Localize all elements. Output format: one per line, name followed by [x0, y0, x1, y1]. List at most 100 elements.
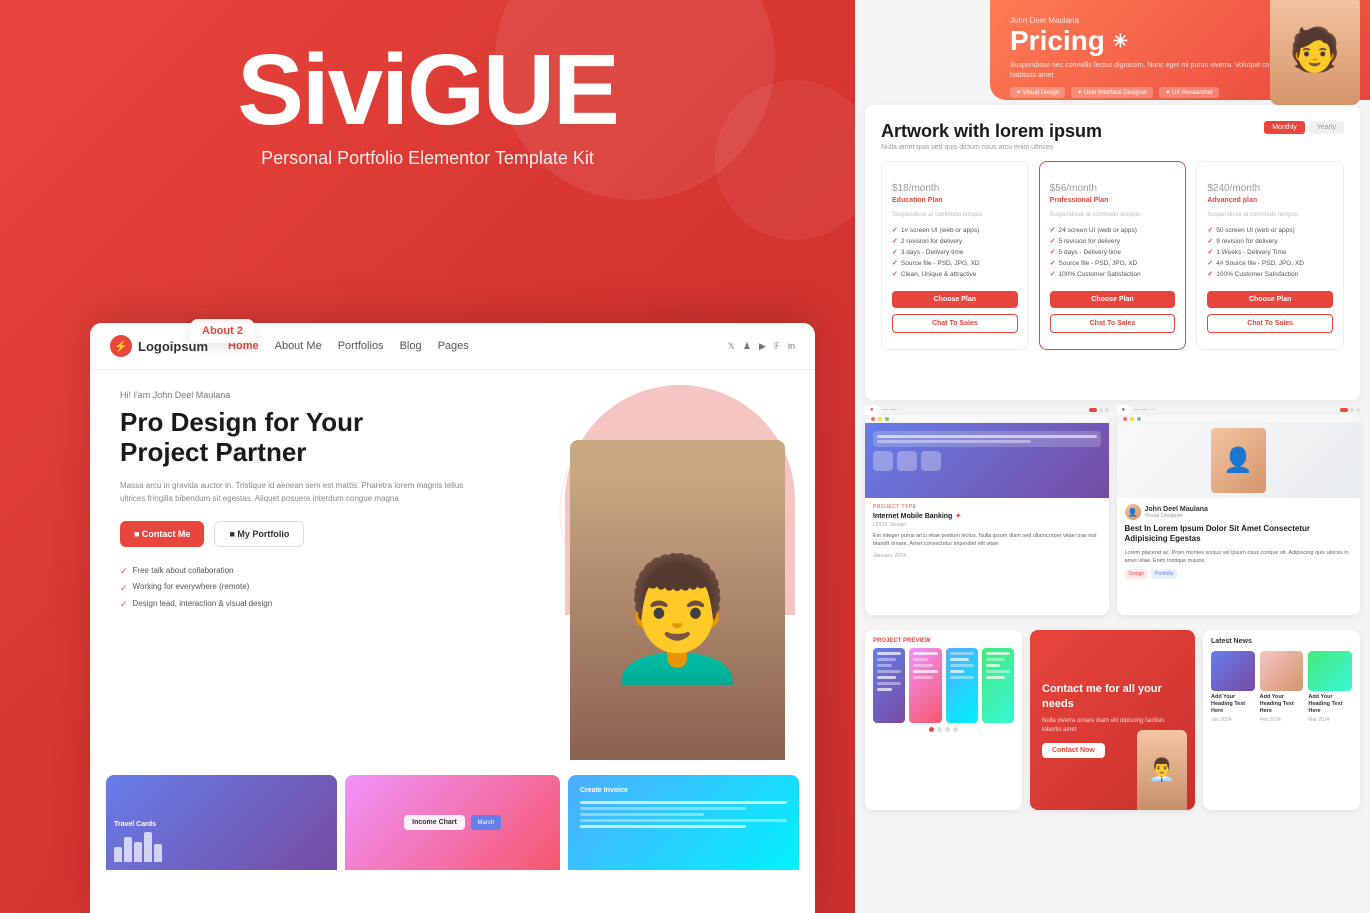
- nav-blog[interactable]: Blog: [400, 340, 422, 352]
- pricing-page-subtitle: Nulla amet quis sed quis dictum risus ar…: [881, 144, 1102, 151]
- feature-3: ✓Design lead, interaction & visual desig…: [120, 596, 486, 612]
- line-4: [580, 819, 787, 822]
- bottom-card-travel: Travel Cards: [106, 775, 337, 870]
- travel-card-label: Travel Cards: [114, 821, 329, 828]
- hero-features-list: ✓Free talk about collaboration ✓Working …: [120, 563, 486, 612]
- hero-description: Massa arcu in gravida auctor in. Tristiq…: [120, 480, 486, 506]
- social-youtube[interactable]: ▶: [759, 341, 766, 352]
- nav-about[interactable]: About Me: [275, 340, 322, 352]
- contact-me-button[interactable]: ■ Contact Me: [120, 521, 204, 547]
- nav-social: 𝕏 ♟ ▶ 𝔽 in: [728, 341, 795, 352]
- news-title-1: Add Your Heading Text Here: [1211, 694, 1255, 715]
- blog-person-details: John Deel Maulana Visual Designer: [1145, 506, 1208, 519]
- screen-3-content: [946, 648, 978, 723]
- plan-3-feature-2: 9 revision for delivery: [1207, 237, 1333, 245]
- banking-image-content: [865, 423, 1109, 479]
- social-linkedin[interactable]: in: [788, 341, 795, 352]
- nav-pages[interactable]: Pages: [438, 340, 469, 352]
- plan-3-feature-1: 50 screen UI (web or apps): [1207, 226, 1333, 234]
- plan-3-price: $240/month: [1207, 174, 1333, 197]
- plan-2-feature-4: Source file - PSD, JPG, XD: [1050, 259, 1176, 267]
- line-2: [580, 807, 746, 810]
- monthly-toggle[interactable]: Monthly: [1264, 121, 1305, 134]
- my-portfolio-button[interactable]: ■ My Portfolio: [214, 521, 304, 547]
- plan-2-feature-5: 100% Customer Satisfaction: [1050, 270, 1176, 278]
- plan-2-choose-btn[interactable]: Choose Plan: [1050, 291, 1176, 308]
- plan-2-chat-btn[interactable]: Chat To Sales: [1050, 314, 1176, 333]
- blog-tag-2: Portfolio: [1151, 569, 1177, 579]
- blog-tags: Design Portfolio: [1125, 569, 1353, 579]
- dot-active-2: [1340, 408, 1348, 412]
- blog-card-body: 👤 John Deel Maulana Visual Designer Best…: [1117, 498, 1361, 585]
- plan-3-chat-btn[interactable]: Chat To Sales: [1207, 314, 1333, 333]
- plan-1-price: $18/month: [892, 174, 1018, 197]
- plan-professional: $56/month Professional Plan Suspendisse …: [1039, 161, 1187, 350]
- news-item-1: Add Your Heading Text Here Jan 2024: [1211, 651, 1255, 723]
- screen-dot-2: [937, 727, 942, 732]
- banking-card-body: PROJECT TYPE Internet Mobile Banking ✦ U…: [865, 498, 1109, 565]
- mock-line-1: [877, 435, 1097, 438]
- dot-2: [1099, 408, 1103, 412]
- mobile-screen-4: [982, 648, 1014, 723]
- pricing-person-image: 🧑: [1270, 0, 1360, 105]
- news-date-2: Feb 2024: [1260, 717, 1304, 723]
- line-5: [580, 825, 746, 828]
- hero-person-image: 👨‍🦱: [570, 440, 785, 760]
- banking-card-date: January 2024: [873, 553, 1101, 559]
- blog-card-image: 👤: [1117, 423, 1361, 498]
- cta-person-image: 👨‍💼: [1137, 730, 1187, 810]
- right-nav-dots: [1340, 408, 1360, 412]
- about-badge: About 2: [190, 319, 255, 343]
- dot-active-1: [1089, 408, 1097, 412]
- pricing-star-icon: ✳: [1113, 31, 1128, 52]
- social-tiktok[interactable]: ♟: [743, 341, 751, 352]
- plan-1-desc: Suspendisse at commodo tempus: [892, 212, 1018, 218]
- pricing-person-emoji: 🧑: [1289, 26, 1341, 75]
- screen-dot-3: [945, 727, 950, 732]
- plan-education: $18/month Education Plan Suspendisse at …: [881, 161, 1029, 350]
- news-img-1: [1211, 651, 1255, 691]
- plan-3-feature-4: 4# Source file - PSD, JPG, XD: [1207, 259, 1333, 267]
- pricing-page-title: Artwork with lorem ipsum: [881, 121, 1102, 142]
- income-chart-label: Income Chart: [404, 815, 465, 830]
- bar-5: [154, 844, 162, 862]
- mobile-screen-1: [873, 648, 905, 723]
- mobile-screen-2: [909, 648, 941, 723]
- bottom-screenshots-row: Travel Cards Income Chart March Create I…: [90, 760, 815, 870]
- dot-4: [1350, 408, 1354, 412]
- nav-portfolios[interactable]: Portfolios: [338, 340, 384, 352]
- plan-1-name: Education Plan: [892, 197, 1018, 204]
- mobile-screen-3: [946, 648, 978, 723]
- social-twitter[interactable]: 𝕏: [728, 341, 735, 352]
- plan-3-choose-btn[interactable]: Choose Plan: [1207, 291, 1333, 308]
- cta-button[interactable]: Contact Now: [1042, 743, 1105, 758]
- right-panel: John Deel Maulana Pricing ✳ Suspendisse …: [855, 0, 1370, 913]
- invoice-placeholder: Create Invoice: [576, 783, 791, 862]
- blog-card-title: Best In Lorem Ipsum Dolor Sit Amet Conse…: [1125, 524, 1353, 545]
- hero-buttons: ■ Contact Me ■ My Portfolio: [120, 521, 486, 547]
- bottom-card-invoice: Create Invoice: [568, 775, 799, 870]
- bar-1: [114, 847, 122, 862]
- screen-dots-row: [873, 727, 1014, 732]
- social-facebook[interactable]: 𝔽: [774, 341, 780, 352]
- yearly-toggle[interactable]: Yearly: [1309, 121, 1344, 134]
- hero-main-title: Pro Design for Your Project Partner: [120, 408, 486, 468]
- check-icon-3: ✓: [120, 596, 128, 612]
- pricing-plans-page: Artwork with lorem ipsum Nulla amet quis…: [865, 105, 1360, 400]
- plan-1-choose-btn[interactable]: Choose Plan: [892, 291, 1018, 308]
- dot-yellow-2: [1130, 417, 1134, 421]
- dot-5: [1356, 408, 1360, 412]
- card-header-1: [865, 415, 1109, 423]
- left-portfolio-nav: ● — — ···: [865, 405, 1109, 415]
- plan-1-feature-4: Source file - PSD, JPG, XD: [892, 259, 1018, 267]
- blog-person-name: John Deel Maulana: [1145, 506, 1208, 513]
- plan-1-chat-btn[interactable]: Chat To Sales: [892, 314, 1018, 333]
- third-content-row: Project Preview: [865, 630, 1360, 810]
- plan-3-feature-3: 1 Weeks - Delivery Time: [1207, 248, 1333, 256]
- bar-4: [144, 832, 152, 862]
- screen-dot-4: [953, 727, 958, 732]
- brand-title: SiviGUE: [237, 40, 618, 140]
- nav-links: Home About Me Portfolios Blog Pages: [228, 340, 469, 352]
- left-nav-menu: — — ···: [883, 407, 904, 413]
- line-1: [580, 801, 787, 804]
